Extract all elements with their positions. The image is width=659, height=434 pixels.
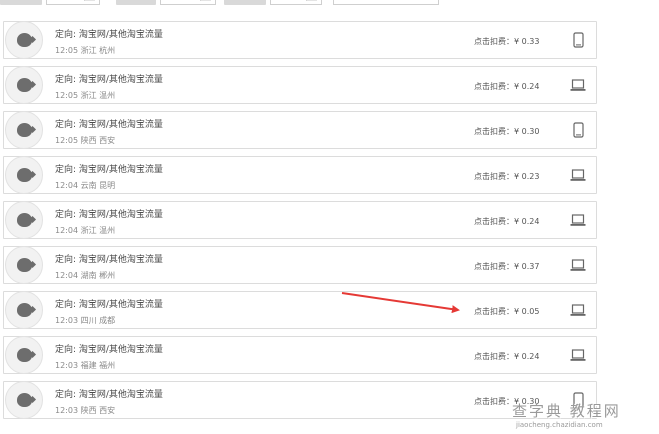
row-title: 定向: 淘宝网/其他淘宝流量	[55, 30, 163, 40]
row-time-location: 12:04 云南 昆明	[55, 181, 116, 190]
clear-icon[interactable]: ×	[427, 0, 435, 2]
list-item[interactable]: 定向: 淘宝网/其他淘宝流量 12:03 四川 成都 点击扣费：¥ 0.05	[3, 291, 597, 329]
list-item[interactable]: 定向: 淘宝网/其他淘宝流量 12:05 陕西 西安 点击扣费：¥ 0.30	[3, 111, 597, 149]
bird-icon	[17, 78, 32, 92]
filter-label-1	[0, 0, 42, 5]
avatar	[5, 381, 43, 419]
row-time-location: 12:03 四川 成都	[55, 316, 116, 325]
row-time-location: 12:05 浙江 温州	[55, 91, 116, 100]
row-click-cost: 点击扣费：¥ 0.24	[474, 352, 540, 361]
row-title: 定向: 淘宝网/其他淘宝流量	[55, 75, 163, 85]
laptop-icon	[570, 257, 586, 273]
row-title: 定向: 淘宝网/其他淘宝流量	[55, 300, 163, 310]
bird-icon	[17, 123, 32, 137]
list-item[interactable]: 定向: 淘宝网/其他淘宝流量 12:04 云南 昆明 点击扣费：¥ 0.23	[3, 156, 597, 194]
row-time-location: 12:05 浙江 杭州	[55, 46, 116, 55]
filter-select-2[interactable]	[160, 0, 216, 5]
list-item[interactable]: 定向: 淘宝网/其他淘宝流量 12:03 福建 福州 点击扣费：¥ 0.24	[3, 336, 597, 374]
avatar	[5, 246, 43, 284]
row-time-location: 12:03 福建 福州	[55, 361, 116, 370]
filter-label-3	[224, 0, 266, 5]
row-title: 定向: 淘宝网/其他淘宝流量	[55, 120, 163, 130]
row-click-cost: 点击扣费：¥ 0.33	[474, 37, 540, 46]
row-title: 定向: 淘宝网/其他淘宝流量	[55, 390, 163, 400]
laptop-icon	[570, 347, 586, 363]
row-click-cost: 点击扣费：¥ 0.37	[474, 262, 540, 271]
avatar	[5, 291, 43, 329]
watermark: 查字典 教程网 jiaocheng.chazidian.com	[512, 402, 659, 434]
row-time-location: 12:03 陕西 西安	[55, 406, 116, 415]
search-input[interactable]: ×	[333, 0, 439, 5]
row-time-location: 12:05 陕西 西安	[55, 136, 116, 145]
row-title: 定向: 淘宝网/其他淘宝流量	[55, 255, 163, 265]
row-title: 定向: 淘宝网/其他淘宝流量	[55, 345, 163, 355]
avatar	[5, 111, 43, 149]
list-item[interactable]: 定向: 淘宝网/其他淘宝流量 12:04 湖南 郴州 点击扣费：¥ 0.37	[3, 246, 597, 284]
filter-label-2	[116, 0, 156, 5]
row-click-cost: 点击扣费：¥ 0.24	[474, 217, 540, 226]
filter-select-3[interactable]	[270, 0, 322, 5]
row-click-cost: 点击扣费：¥ 0.24	[474, 82, 540, 91]
row-title: 定向: 淘宝网/其他淘宝流量	[55, 165, 163, 175]
row-title: 定向: 淘宝网/其他淘宝流量	[55, 210, 163, 220]
row-time-location: 12:04 浙江 温州	[55, 226, 116, 235]
tablet-icon	[570, 32, 586, 48]
bird-icon	[17, 168, 32, 182]
list-item[interactable]: 定向: 淘宝网/其他淘宝流量 12:04 浙江 温州 点击扣费：¥ 0.24	[3, 201, 597, 239]
filter-select-1[interactable]	[46, 0, 100, 5]
chevron-down-icon	[200, 0, 211, 1]
row-click-cost: 点击扣费：¥ 0.23	[474, 172, 540, 181]
list-item[interactable]: 定向: 淘宝网/其他淘宝流量 12:03 陕西 西安 点击扣费：¥ 0.30	[3, 381, 597, 419]
chevron-down-icon	[84, 0, 95, 1]
avatar	[5, 336, 43, 374]
chevron-down-icon	[306, 0, 317, 1]
laptop-icon	[570, 167, 586, 183]
laptop-icon	[570, 212, 586, 228]
avatar	[5, 21, 43, 59]
bird-icon	[17, 393, 32, 407]
row-click-cost: 点击扣费：¥ 0.05	[474, 307, 540, 316]
bird-icon	[17, 348, 32, 362]
laptop-icon	[570, 302, 586, 318]
avatar	[5, 156, 43, 194]
list-item[interactable]: 定向: 淘宝网/其他淘宝流量 12:05 浙江 温州 点击扣费：¥ 0.24	[3, 66, 597, 104]
row-click-cost: 点击扣费：¥ 0.30	[474, 127, 540, 136]
watermark-text: 查字典 教程网	[512, 402, 621, 420]
list-item[interactable]: 定向: 淘宝网/其他淘宝流量 12:05 浙江 杭州 点击扣费：¥ 0.33	[3, 21, 597, 59]
avatar	[5, 201, 43, 239]
bird-icon	[17, 33, 32, 47]
avatar	[5, 66, 43, 104]
bird-icon	[17, 258, 32, 272]
filter-bar: ×	[0, 0, 659, 14]
watermark-url: jiaocheng.chazidian.com	[516, 421, 603, 429]
row-time-location: 12:04 湖南 郴州	[55, 271, 116, 280]
tablet-icon	[570, 122, 586, 138]
laptop-icon	[570, 77, 586, 93]
bird-icon	[17, 303, 32, 317]
bird-icon	[17, 213, 32, 227]
